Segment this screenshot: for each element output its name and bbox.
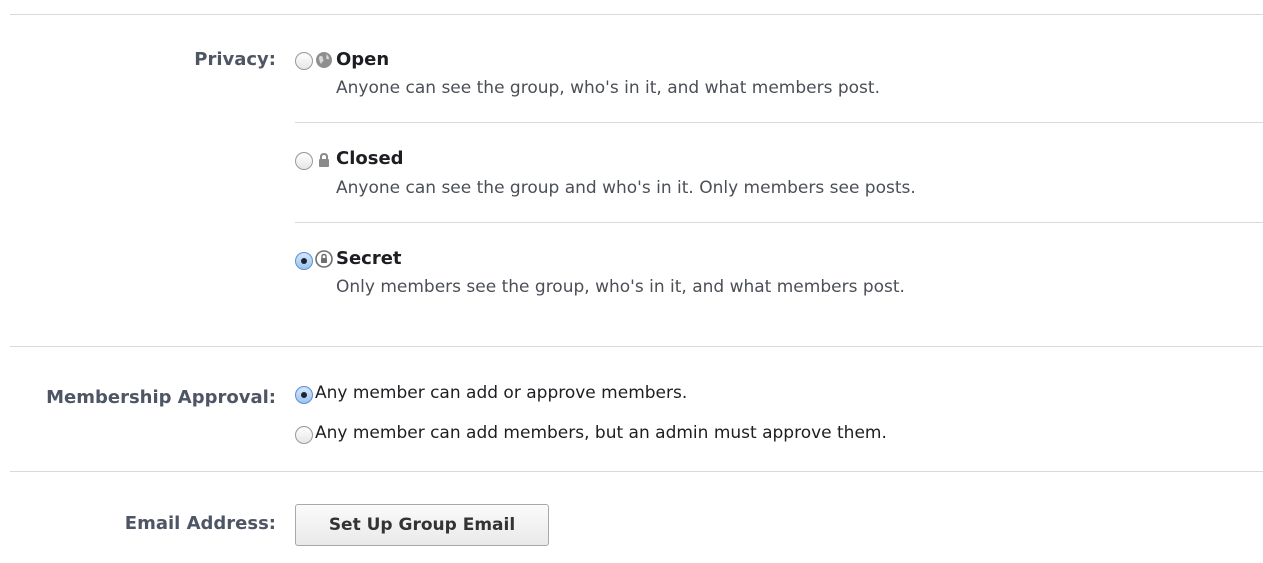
privacy-open-radio[interactable] xyxy=(295,52,313,70)
email-address-label: Email Address: xyxy=(124,513,276,534)
email-top-divider xyxy=(10,471,1263,472)
privacy-secret-description: Only members see the group, who's in it,… xyxy=(336,277,905,297)
privacy-closed-description: Anyone can see the group and who's in it… xyxy=(336,178,916,198)
membership-admin-approve-radio[interactable] xyxy=(295,426,313,444)
membership-admin-approve-text: Any member can add members, but an admin… xyxy=(315,423,887,443)
membership-approval-label: Membership Approval: xyxy=(46,387,276,408)
privacy-secret-title: Secret xyxy=(336,248,402,269)
lock-icon xyxy=(315,151,333,169)
membership-any-approve-text: Any member can add or approve members. xyxy=(315,383,688,403)
privacy-secret-radio[interactable] xyxy=(295,252,313,270)
privacy-open-description: Anyone can see the group, who's in it, a… xyxy=(336,78,880,98)
privacy-divider-2 xyxy=(295,222,1263,223)
radio-selected-dot xyxy=(301,258,307,264)
top-divider xyxy=(10,14,1263,15)
privacy-divider-1 xyxy=(295,122,1263,123)
privacy-closed-radio[interactable] xyxy=(295,152,313,170)
privacy-closed-title: Closed xyxy=(336,148,404,169)
radio-selected-dot xyxy=(301,392,307,398)
membership-top-divider xyxy=(10,346,1263,347)
globe-icon xyxy=(315,51,333,69)
membership-any-approve-radio[interactable] xyxy=(295,386,313,404)
privacy-label: Privacy: xyxy=(194,49,276,70)
set-up-group-email-button[interactable]: Set Up Group Email xyxy=(295,504,549,546)
privacy-open-title: Open xyxy=(336,49,390,70)
secret-lock-icon xyxy=(315,250,333,268)
